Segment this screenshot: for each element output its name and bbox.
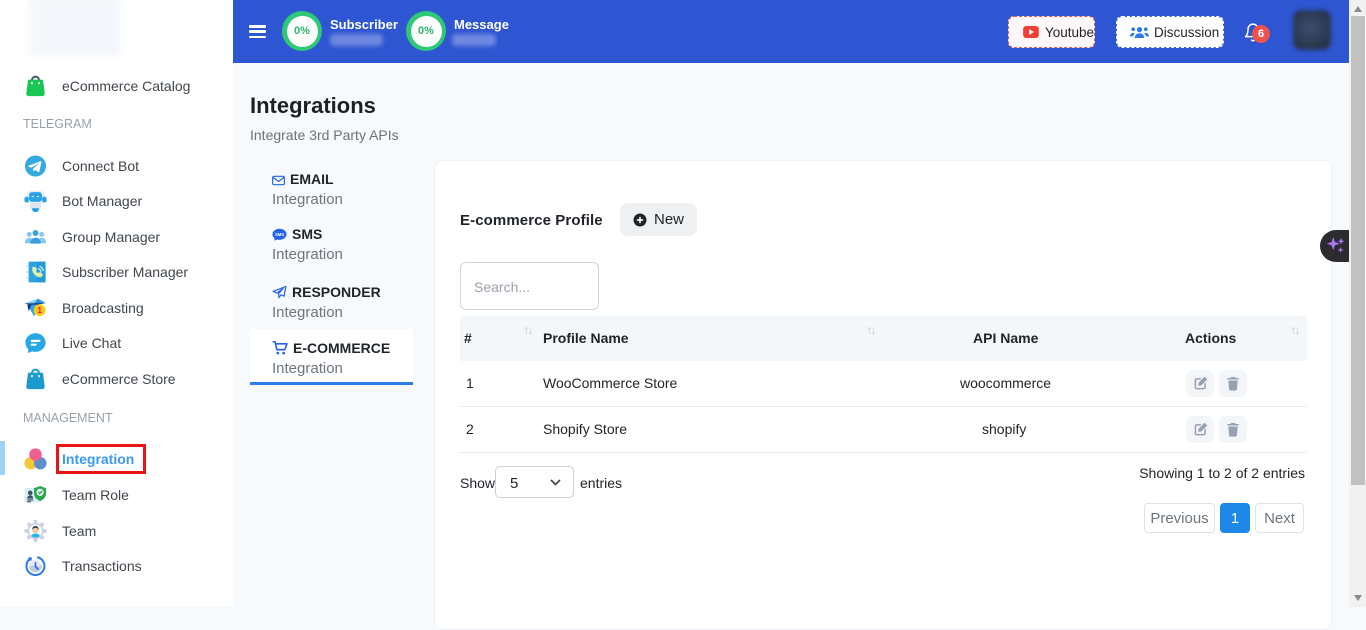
svg-text:1: 1 xyxy=(37,306,42,315)
svg-text:SMS: SMS xyxy=(275,232,284,237)
